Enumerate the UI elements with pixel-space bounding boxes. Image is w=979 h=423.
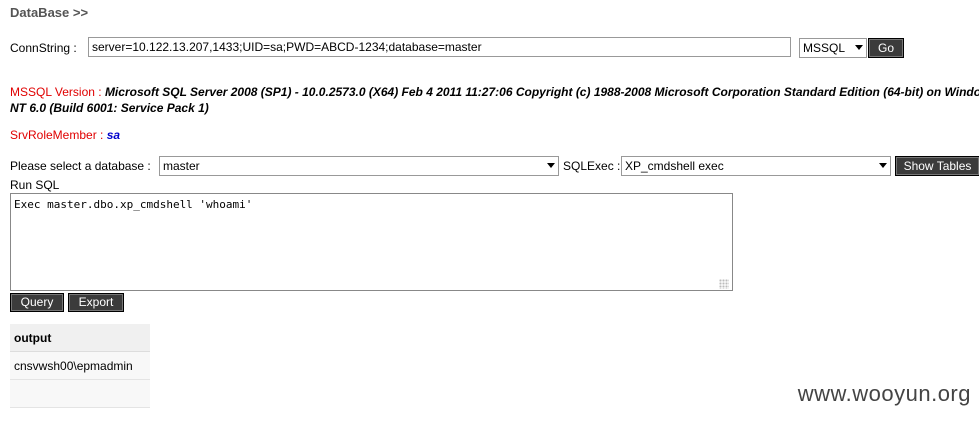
show-tables-button[interactable]: Show Tables <box>895 156 979 176</box>
table-header-row: output <box>10 324 150 352</box>
role-row: SrvRoleMember : sa <box>10 128 120 142</box>
watermark: www.wooyun.org <box>797 381 971 406</box>
connstring-input[interactable]: server=10.122.13.207,1433;UID=sa;PWD=ABC… <box>88 37 791 57</box>
run-sql-label: Run SQL <box>10 178 60 192</box>
version-text: Microsoft SQL Server 2008 (SP1) - 10.0.2… <box>104 85 979 99</box>
version-line-1: MSSQL Version : Microsoft SQL Server 200… <box>10 84 979 100</box>
sql-query-textarea[interactable] <box>10 193 733 291</box>
output-cell <box>10 379 150 408</box>
query-button[interactable]: Query <box>10 293 64 312</box>
version-line-2: NT 6.0 (Build 6001: Service Pack 1) <box>10 101 209 115</box>
connstring-label: ConnString : <box>10 41 77 55</box>
role-label: SrvRoleMember : <box>10 128 104 142</box>
chevron-down-icon <box>547 163 555 168</box>
chevron-down-icon <box>855 45 863 50</box>
db-type-select[interactable]: MSSQL <box>799 38 867 58</box>
output-column-header: output <box>10 324 150 352</box>
sqlexec-select-value: XP_cmdshell exec <box>625 159 724 173</box>
db-type-value: MSSQL <box>803 41 846 55</box>
chevron-down-icon <box>879 163 887 168</box>
database-select[interactable]: master <box>159 156 559 176</box>
table-row: cnsvwsh00\epmadmin <box>10 351 150 380</box>
select-db-label: Please select a database : <box>10 159 151 173</box>
export-button[interactable]: Export <box>68 293 124 312</box>
resize-grip-icon[interactable] <box>719 279 729 289</box>
role-value: sa <box>106 128 121 142</box>
sqlexec-select[interactable]: XP_cmdshell exec <box>621 156 891 176</box>
page-title: DataBase >> <box>10 5 89 20</box>
table-row <box>10 379 150 408</box>
go-button[interactable]: Go <box>868 38 904 58</box>
output-table: output cnsvwsh00\epmadmin <box>10 324 150 408</box>
sqlexec-label: SQLExec : <box>563 159 621 173</box>
database-select-value: master <box>163 159 200 173</box>
output-cell: cnsvwsh00\epmadmin <box>10 351 150 380</box>
version-label: MSSQL Version : <box>10 85 102 99</box>
